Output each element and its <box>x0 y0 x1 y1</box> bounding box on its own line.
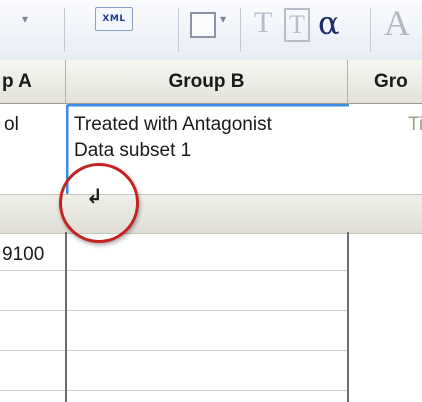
toolbar-separator <box>64 8 65 52</box>
row-divider <box>0 270 348 271</box>
boxed-text-style-icon[interactable]: T <box>284 8 310 42</box>
highlight-circle <box>59 163 139 243</box>
row-divider <box>0 350 348 351</box>
greek-symbol-icon[interactable]: α <box>318 4 340 42</box>
border-box-icon[interactable] <box>190 12 216 38</box>
cell-title-line-1: Treated with Antagonist <box>74 114 272 135</box>
toolbar-separator <box>240 8 241 52</box>
font-letter-icon[interactable]: A <box>384 2 410 44</box>
dropdown-arrow-icon[interactable]: ▾ <box>22 12 28 26</box>
column-divider <box>65 232 67 402</box>
column-divider <box>347 232 349 402</box>
column-header-group-a[interactable]: p A <box>0 60 66 104</box>
text-style-icon[interactable]: T <box>254 6 272 40</box>
column-header-group-b[interactable]: Group B <box>66 60 348 104</box>
toolbar-separator <box>370 8 371 52</box>
cell-title-line-2: Data subset 1 <box>74 140 192 161</box>
toolbar-separator <box>178 8 179 52</box>
column-header-label: Gro <box>374 71 408 92</box>
row-divider <box>0 310 348 311</box>
cell-group-a-title[interactable]: ol <box>4 114 19 136</box>
cell-group-c-title[interactable]: Ti <box>408 114 422 136</box>
cell-group-a-value[interactable]: 9100 <box>2 244 44 266</box>
column-header-label: Group B <box>168 71 245 92</box>
xml-icon[interactable]: XML <box>95 7 133 31</box>
toolbar: ▾ XML ▾ T T α A <box>0 0 422 61</box>
row-divider <box>0 390 348 391</box>
border-dropdown-icon[interactable]: ▾ <box>220 12 226 26</box>
column-header-label: p A <box>2 71 32 92</box>
column-header-group-c[interactable]: Gro <box>348 60 422 104</box>
